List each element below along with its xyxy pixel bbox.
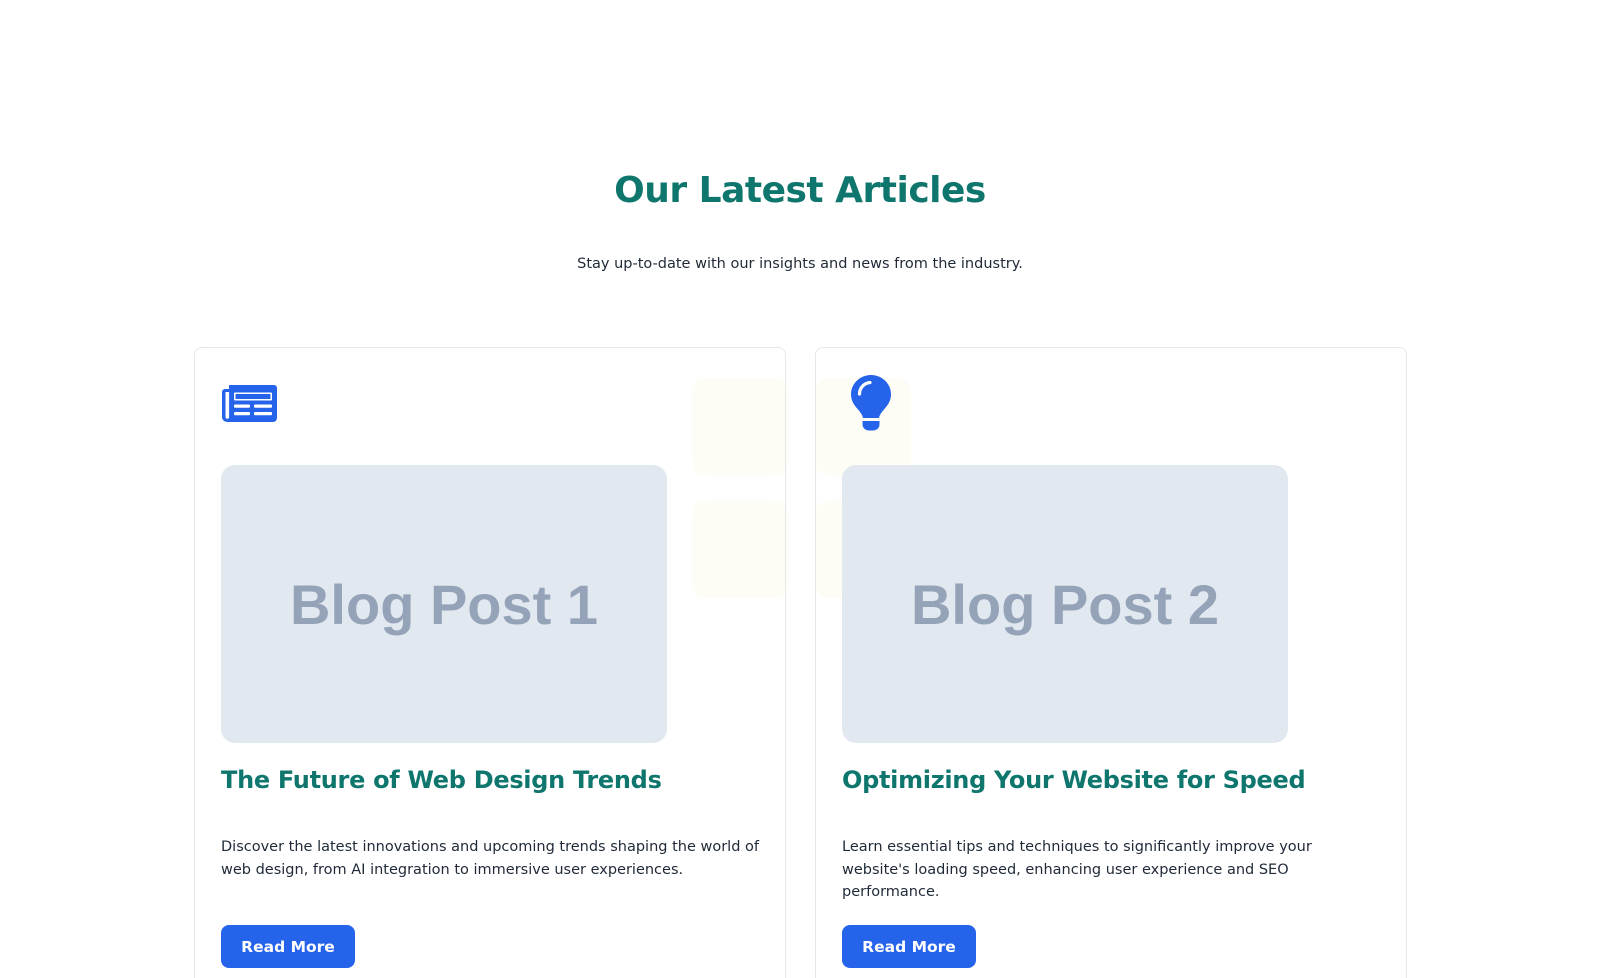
article-description: Discover the latest innovations and upco… xyxy=(221,839,759,878)
blog-post-image: Blog Post 2 xyxy=(842,465,1288,743)
newspaper-icon xyxy=(221,383,278,427)
lightbulb-icon xyxy=(850,374,892,436)
article-description: Learn essential tips and techniques to s… xyxy=(842,839,1312,900)
latest-articles-section: Our Latest Articles Stay up-to-date with… xyxy=(0,0,1600,978)
image-placeholder-label: Blog Post 1 xyxy=(289,572,599,636)
image-placeholder-label: Blog Post 2 xyxy=(910,572,1220,636)
article-card: Blog Post 2 Optimizing Your Website for … xyxy=(815,347,1407,978)
read-more-button[interactable]: Read More xyxy=(221,925,355,968)
read-more-button[interactable]: Read More xyxy=(842,925,976,968)
article-title[interactable]: Optimizing Your Website for Speed xyxy=(842,766,1306,794)
section-subtitle: Stay up-to-date with our insights and ne… xyxy=(577,256,1023,272)
article-title[interactable]: The Future of Web Design Trends xyxy=(221,766,662,794)
blog-post-image: Blog Post 1 xyxy=(221,465,667,743)
article-card: Blog Post 1 The Future of Web Design Tre… xyxy=(194,347,786,978)
section-title: Our Latest Articles xyxy=(614,170,986,211)
